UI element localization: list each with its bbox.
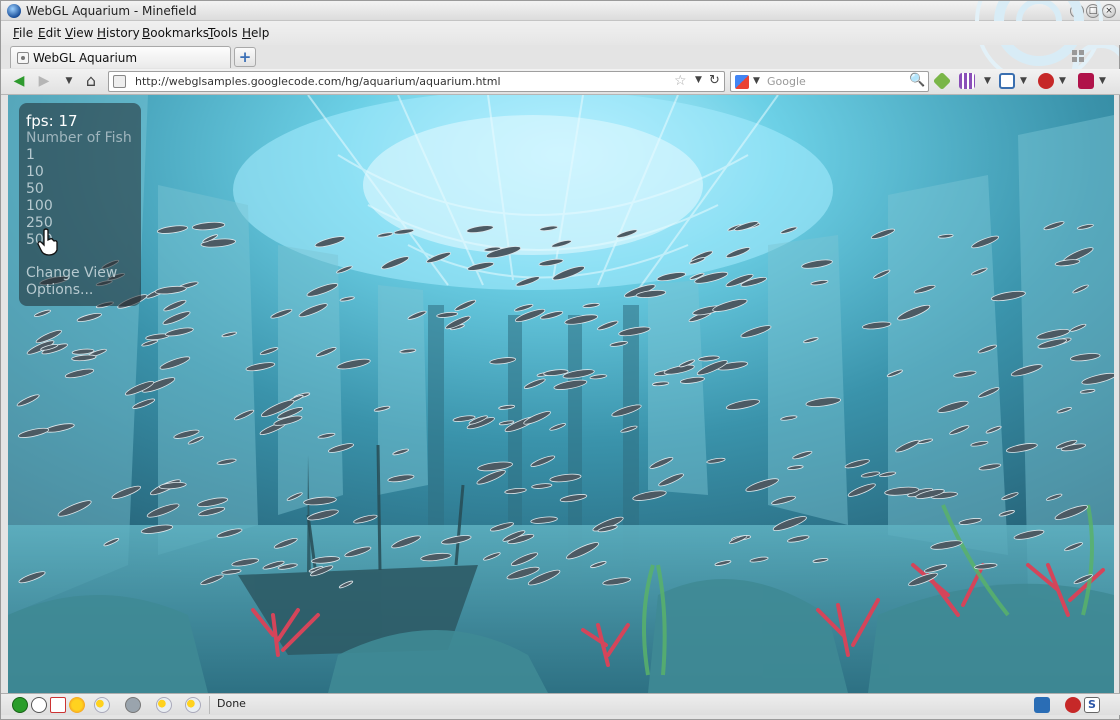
bookmark-star-icon[interactable]: ☆: [674, 73, 687, 89]
minimize-button[interactable]: –: [1070, 4, 1084, 18]
home-button[interactable]: ⌂: [83, 73, 99, 89]
tab-webgl-aquarium[interactable]: WebGL Aquarium: [10, 46, 231, 68]
adblock-dropdown[interactable]: ▼: [1059, 76, 1066, 86]
close-button[interactable]: ×: [1102, 4, 1116, 18]
reload-button[interactable]: ↻: [709, 73, 720, 88]
fish-option-10[interactable]: 10: [26, 164, 44, 180]
forward-button[interactable]: ▶: [36, 73, 52, 89]
title-bar: WebGL Aquarium - Minefield – □ ×: [1, 1, 1120, 21]
url-text[interactable]: http://webglsamples.googlecode.com/hg/aq…: [135, 75, 501, 88]
online-status-icon[interactable]: [12, 697, 28, 713]
addon-red-star-dropdown[interactable]: ▼: [1099, 76, 1106, 86]
status-text: Done: [217, 697, 246, 710]
number-of-fish-heading: Number of Fish: [26, 130, 132, 146]
firefox-globe-icon[interactable]: [7, 4, 21, 18]
weather-forecast-icon[interactable]: [185, 697, 201, 713]
window-title: WebGL Aquarium - Minefield: [26, 4, 197, 18]
search-input[interactable]: [767, 74, 905, 89]
url-bar[interactable]: http://webglsamples.googlecode.com/hg/aq…: [108, 71, 725, 92]
new-tab-button[interactable]: +: [234, 47, 256, 67]
weather-partly-cloudy-icon[interactable]: [94, 697, 110, 713]
aquarium-scene: [8, 95, 1114, 693]
weather-cloudy-sun-icon[interactable]: [156, 697, 172, 713]
fish-option-1[interactable]: 1: [26, 147, 35, 163]
search-go-icon[interactable]: 🔍: [909, 73, 925, 88]
change-view-link[interactable]: Change View: [26, 265, 117, 281]
tab-bar: WebGL Aquarium +: [1, 45, 1120, 69]
hand-cursor-icon: [37, 228, 58, 256]
clock-icon[interactable]: [31, 697, 47, 713]
addon-grid-dropdown[interactable]: ▼: [984, 76, 991, 86]
status-bar: Done S: [1, 693, 1120, 715]
webgl-canvas[interactable]: fps: 17 Number of Fish 1 10 50 100 250 5…: [8, 95, 1114, 693]
menu-help[interactable]: Help: [242, 26, 269, 40]
status-separator: [209, 696, 210, 714]
fish-option-50[interactable]: 50: [26, 181, 44, 197]
menu-history[interactable]: History: [97, 26, 140, 40]
adblock-plus-icon[interactable]: [1038, 73, 1054, 89]
search-engine-dropdown[interactable]: ▼: [753, 76, 760, 86]
site-identity-icon[interactable]: [113, 75, 126, 88]
addon-window-icon[interactable]: [999, 73, 1015, 89]
maximize-button[interactable]: □: [1086, 4, 1100, 18]
menu-edit[interactable]: Edit: [38, 26, 61, 40]
fish-option-100[interactable]: 100: [26, 198, 53, 214]
back-button[interactable]: ◀: [11, 73, 27, 89]
tab-list-icon[interactable]: [1072, 50, 1085, 63]
weather-sunny-icon[interactable]: [69, 697, 85, 713]
calendar-icon[interactable]: [50, 697, 66, 713]
weather-rain-icon[interactable]: [125, 697, 141, 713]
adblock-status-icon[interactable]: [1065, 697, 1081, 713]
addon-grid-icon[interactable]: [959, 73, 975, 89]
menu-view[interactable]: View: [65, 26, 93, 40]
addon-window-dropdown[interactable]: ▼: [1020, 76, 1027, 86]
history-dropdown-button[interactable]: ▼: [61, 73, 77, 89]
options-link[interactable]: Options...: [26, 282, 93, 298]
menu-bookmarks[interactable]: Bookmarks: [142, 26, 209, 40]
addon-x-icon[interactable]: [1034, 697, 1050, 713]
addon-green-diamond-icon[interactable]: [932, 71, 952, 91]
browser-window: WebGL Aquarium - Minefield – □ × File Ed…: [0, 0, 1120, 720]
addon-red-star-icon[interactable]: [1078, 73, 1094, 89]
menu-bar: File Edit View History Bookmarks Tools H…: [1, 21, 1120, 45]
page-favicon-icon: [17, 52, 29, 64]
url-history-dropdown[interactable]: ▼: [695, 75, 702, 85]
navigation-toolbar: ◀ ▶ ▼ ⌂ http://webglsamples.googlecode.c…: [1, 69, 1120, 95]
google-engine-icon[interactable]: [735, 75, 749, 89]
menu-file[interactable]: File: [13, 26, 33, 40]
fps-counter: fps: 17: [26, 112, 78, 130]
aquarium-controls-panel: fps: 17 Number of Fish 1 10 50 100 250 5…: [19, 103, 141, 306]
tab-label: WebGL Aquarium: [33, 51, 138, 65]
search-bar[interactable]: ▼ 🔍: [730, 71, 929, 92]
skype-addon-icon[interactable]: S: [1084, 697, 1100, 713]
menu-tools[interactable]: Tools: [208, 26, 238, 40]
